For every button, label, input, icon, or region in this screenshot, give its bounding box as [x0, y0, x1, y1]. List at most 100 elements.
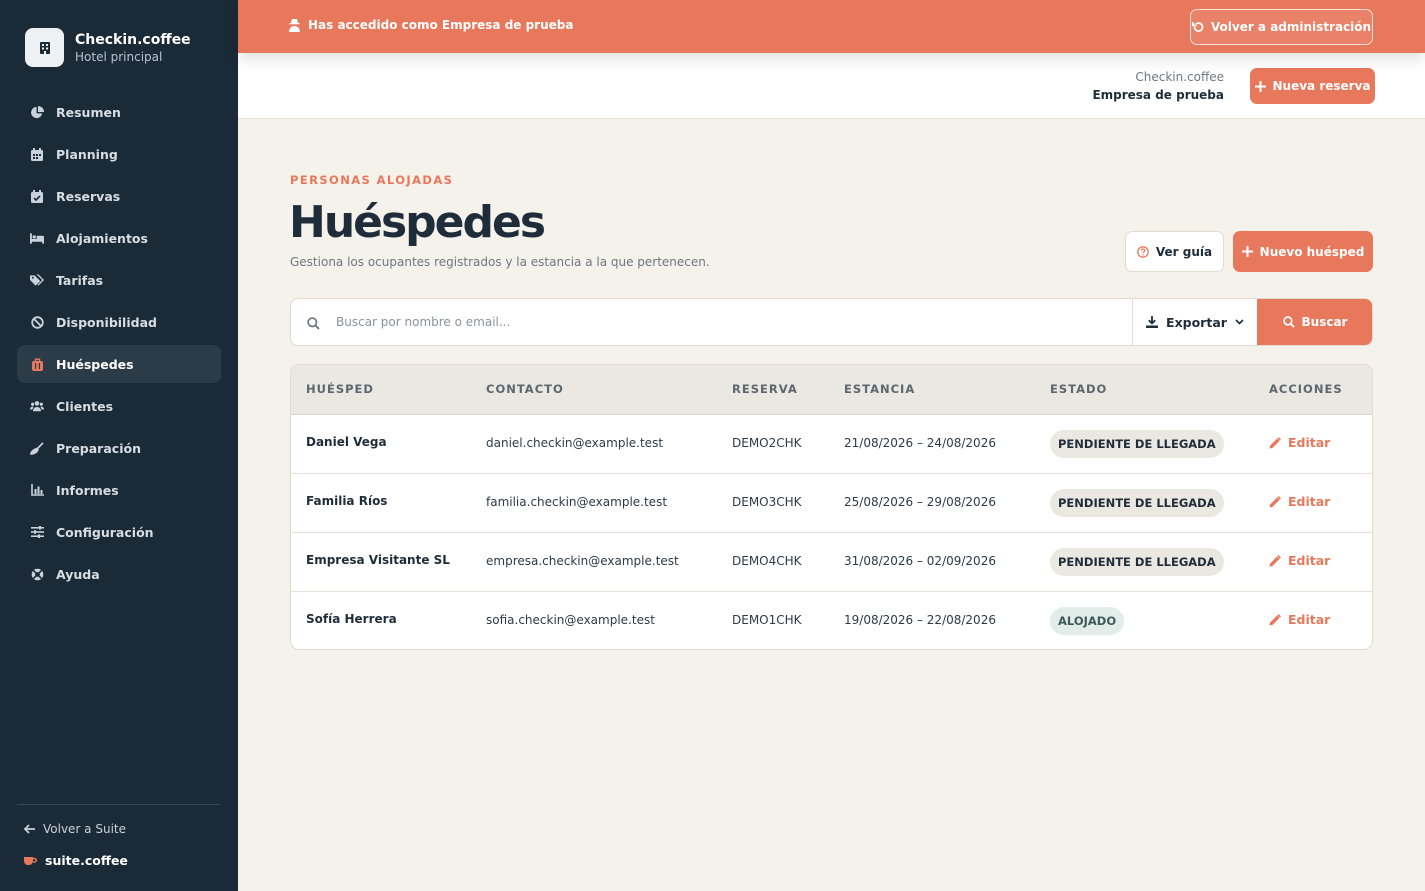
header-app-name: Checkin.coffee	[1135, 70, 1224, 84]
users-icon	[30, 399, 44, 413]
status-badge: PENDIENTE DE LLEGADA	[1050, 430, 1224, 458]
column-header-booking: RESERVA	[732, 382, 798, 396]
chevron-down-icon	[1235, 319, 1244, 325]
lifebuoy-icon	[30, 567, 44, 581]
page-title: Huéspedes	[289, 197, 546, 248]
export-dropdown[interactable]: Exportar	[1132, 299, 1257, 345]
page-eyebrow: PERSONAS ALOJADAS	[290, 173, 454, 187]
sidebar-item-alojamientos[interactable]: Alojamientos	[17, 219, 221, 257]
booking-code: DEMO1CHK	[732, 613, 802, 627]
edit-label: Editar	[1288, 612, 1331, 627]
column-header-contact: CONTACTO	[486, 382, 564, 396]
guest-email: daniel.checkin@example.test	[486, 436, 664, 450]
search-icon	[1282, 316, 1295, 328]
sidebar-item-label: Reservas	[56, 188, 121, 204]
bed-icon	[30, 231, 44, 245]
back-to-admin-button[interactable]: Volver a administración	[1190, 9, 1373, 45]
header-company-name: Empresa de prueba	[1092, 88, 1224, 102]
sidebar-item-label: Clientes	[56, 398, 114, 414]
edit-button[interactable]: Editar	[1269, 553, 1330, 568]
banner-message-text: Has accedido como Empresa de prueba	[308, 18, 574, 32]
sidebar: Checkin.coffee Hotel principal Resumen P…	[0, 0, 238, 891]
bar-chart-icon	[30, 483, 44, 497]
guest-name: Empresa Visitante SL	[306, 553, 450, 567]
brand[interactable]: Checkin.coffee Hotel principal	[25, 28, 191, 67]
sidebar-item-preparacion[interactable]: Preparación	[17, 429, 221, 467]
edit-label: Editar	[1288, 494, 1331, 509]
sidebar-item-label: Preparación	[56, 440, 141, 456]
sidebar-nav: Resumen Planning Reservas Alojamientos T…	[17, 93, 221, 597]
calendar-icon	[30, 147, 44, 161]
sidebar-divider	[17, 804, 221, 805]
sidebar-item-informes[interactable]: Informes	[17, 471, 221, 509]
edit-label: Editar	[1288, 553, 1331, 568]
sidebar-item-tarifas[interactable]: Tarifas	[17, 261, 221, 299]
edit-label: Editar	[1288, 435, 1331, 450]
guests-table: HUÉSPED CONTACTO RESERVA ESTANCIA ESTADO…	[290, 364, 1373, 650]
calendar-check-icon	[30, 189, 44, 203]
table-row: Familia Ríos familia.checkin@example.tes…	[291, 474, 1372, 533]
sidebar-item-huespedes[interactable]: Huéspedes	[17, 345, 221, 383]
search-bar: Exportar Buscar	[290, 298, 1373, 346]
hotel-icon	[25, 28, 64, 67]
pencil-icon	[1269, 613, 1281, 625]
view-guide-button[interactable]: Ver guía	[1125, 231, 1224, 272]
undo-icon	[1192, 22, 1204, 32]
edit-button[interactable]: Editar	[1269, 612, 1330, 627]
export-label: Exportar	[1166, 314, 1227, 330]
column-header-stay: ESTANCIA	[844, 382, 916, 396]
pencil-icon	[1269, 554, 1281, 566]
sidebar-item-clientes[interactable]: Clientes	[17, 387, 221, 425]
search-button-label: Buscar	[1301, 315, 1348, 329]
new-booking-button[interactable]: Nueva reserva	[1250, 68, 1375, 104]
new-guest-label: Nuevo huésped	[1259, 244, 1365, 259]
header: Checkin.coffee Empresa de prueba Nueva r…	[238, 53, 1425, 119]
sidebar-item-resumen[interactable]: Resumen	[17, 93, 221, 131]
stay-dates: 31/08/2026 – 02/09/2026	[844, 554, 996, 568]
table-row: Sofía Herrera sofia.checkin@example.test…	[291, 592, 1372, 649]
pencil-icon	[1269, 436, 1281, 448]
plus-icon	[1241, 246, 1253, 257]
sidebar-item-disponibilidad[interactable]: Disponibilidad	[17, 303, 221, 341]
sidebar-item-label: Informes	[56, 482, 119, 498]
new-booking-label: Nueva reserva	[1272, 79, 1371, 93]
banner-message: Has accedido como Empresa de prueba	[289, 18, 573, 32]
back-to-admin-label: Volver a administración	[1210, 20, 1372, 34]
new-guest-button[interactable]: Nuevo huésped	[1233, 231, 1373, 272]
broom-icon	[30, 441, 44, 455]
sidebar-item-reservas[interactable]: Reservas	[17, 177, 221, 215]
search-input[interactable]	[336, 299, 1131, 345]
search-button[interactable]: Buscar	[1257, 299, 1372, 345]
stay-dates: 25/08/2026 – 29/08/2026	[844, 495, 996, 509]
sidebar-item-label: Resumen	[56, 104, 121, 120]
sidebar-item-label: Planning	[56, 146, 118, 162]
search-icon	[307, 315, 320, 334]
back-to-suite-link[interactable]: Volver a Suite	[24, 822, 126, 836]
edit-button[interactable]: Editar	[1269, 494, 1330, 509]
coffee-cup-icon	[24, 856, 37, 865]
guest-email: empresa.checkin@example.test	[486, 554, 679, 568]
sidebar-item-planning[interactable]: Planning	[17, 135, 221, 173]
guest-name: Familia Ríos	[306, 494, 388, 508]
guest-email: familia.checkin@example.test	[486, 495, 668, 509]
arrow-left-icon	[24, 824, 35, 834]
sidebar-item-label: Tarifas	[56, 272, 104, 288]
sidebar-item-label: Huéspedes	[56, 356, 134, 372]
guest-name: Sofía Herrera	[306, 612, 397, 626]
sidebar-item-configuracion[interactable]: Configuración	[17, 513, 221, 551]
page-subtitle: Gestiona los ocupantes registrados y la …	[290, 255, 710, 269]
header-account: Checkin.coffee Empresa de prueba	[1092, 69, 1224, 104]
table-header: HUÉSPED CONTACTO RESERVA ESTANCIA ESTADO…	[291, 365, 1372, 415]
sidebar-item-ayuda[interactable]: Ayuda	[17, 555, 221, 593]
pencil-icon	[1269, 495, 1281, 507]
user-secret-icon	[289, 18, 300, 32]
column-header-guest: HUÉSPED	[306, 382, 374, 396]
stay-dates: 19/08/2026 – 22/08/2026	[844, 613, 996, 627]
question-circle-icon	[1137, 245, 1149, 258]
edit-button[interactable]: Editar	[1269, 435, 1330, 450]
ban-icon	[30, 315, 44, 329]
tags-icon	[30, 273, 44, 287]
sidebar-item-label: Disponibilidad	[56, 314, 157, 330]
guest-name: Daniel Vega	[306, 435, 387, 449]
download-icon	[1146, 316, 1159, 328]
